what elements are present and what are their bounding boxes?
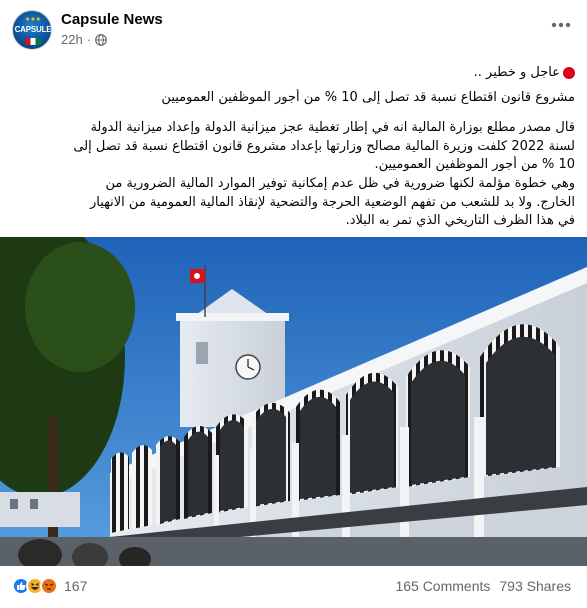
red-circle-icon [563, 67, 575, 80]
avatar-text: CAPSULE [14, 25, 52, 34]
meta-separator: · [86, 32, 92, 47]
government-building-image [0, 237, 587, 566]
page-avatar[interactable]: ★★★ CAPSULE [12, 10, 52, 50]
palestine-flag-icon [25, 38, 41, 45]
more-options-button[interactable] [543, 10, 579, 40]
paragraph-line: 10 % من أجور الموظفين العموميين. [374, 157, 575, 173]
more-dots-icon [551, 22, 571, 28]
post-headline: مشروع قانون اقتطاع نسبة قد تصل إلى 10 % … [161, 89, 575, 105]
reaction-count: 167 [64, 578, 88, 594]
page-name-link[interactable]: Capsule News [61, 11, 163, 28]
engagement-stats: 165 Comments 793 Shares [395, 578, 571, 594]
paragraph-line: في هذا الظرف التاريخي الذي تمر به البلاد… [345, 213, 575, 229]
post-paragraph: قال مصدر مطلع بوزارة المالية انه في إطار… [12, 119, 575, 231]
post-meta: 22h · [61, 32, 107, 47]
paragraph-line: قال مصدر مطلع بوزارة المالية انه في إطار… [90, 120, 575, 136]
globe-icon[interactable] [95, 33, 107, 46]
paragraph-line: الخارج. ولا بد للشعب من تفهم الوضعية الح… [90, 194, 575, 210]
post-text: عاجل و خطير .. مشروع قانون اقتطاع نسبة ق… [12, 58, 575, 231]
comments-count-link[interactable]: 165 Comments [395, 578, 490, 594]
paragraph-line: لسنة 2022 كلفت وزيرة المالية مصالح وزارت… [73, 138, 575, 154]
avatar-stars: ★★★ [24, 17, 42, 23]
post-photo[interactable] [0, 237, 587, 566]
facebook-post: ★★★ CAPSULE Capsule News 22h · عاجل و خط… [0, 0, 587, 608]
post-time-link[interactable]: 22h [61, 32, 83, 47]
reactions-summary[interactable]: 167 [12, 577, 87, 595]
urgent-line: عاجل و خطير .. [12, 64, 575, 83]
paragraph-line: وهي خطوة مؤلمة لكنها ضرورية في ظل عدم إم… [105, 175, 575, 191]
angry-icon [40, 577, 58, 595]
post-header: ★★★ CAPSULE Capsule News 22h · [0, 0, 587, 58]
post-footer: 167 165 Comments 793 Shares [0, 566, 587, 608]
urgent-label: عاجل و خطير .. [473, 65, 560, 80]
shares-count-link[interactable]: 793 Shares [499, 578, 571, 594]
